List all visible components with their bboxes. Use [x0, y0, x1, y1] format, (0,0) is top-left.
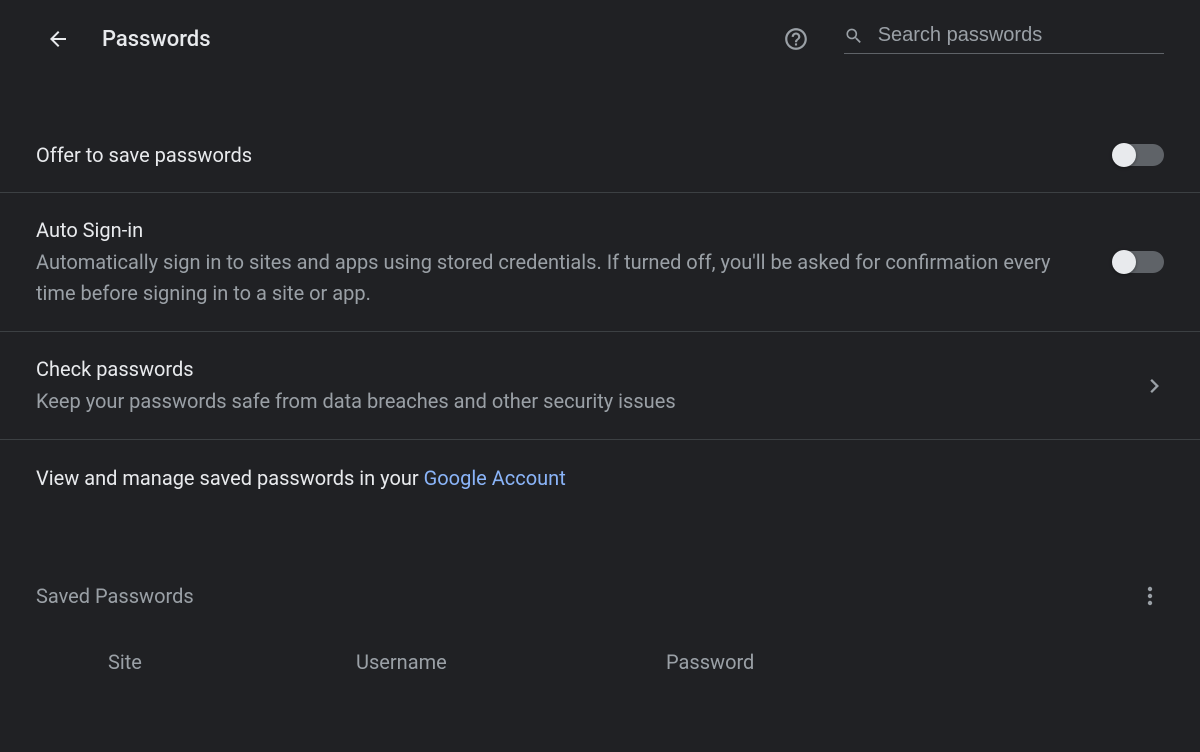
search-input[interactable]	[878, 24, 1164, 47]
manage-passwords-row: View and manage saved passwords in your …	[0, 439, 1200, 516]
page-title: Passwords	[102, 27, 211, 52]
auto-signin-desc: Automatically sign in to sites and apps …	[36, 247, 1074, 309]
help-button[interactable]	[782, 25, 810, 53]
auto-signin-title: Auto Sign-in	[36, 215, 1074, 245]
saved-passwords-more-button[interactable]	[1136, 576, 1164, 616]
column-password: Password	[666, 650, 1164, 674]
more-vert-icon	[1147, 584, 1153, 608]
offer-save-title: Offer to save passwords	[36, 140, 1074, 170]
auto-signin-toggle[interactable]	[1114, 251, 1164, 273]
column-username: Username	[356, 650, 666, 674]
check-passwords-row[interactable]: Check passwords Keep your passwords safe…	[0, 331, 1200, 439]
saved-passwords-table-header: Site Username Password	[0, 624, 1200, 674]
chevron-right-icon	[1146, 377, 1164, 395]
arrow-left-icon	[46, 27, 70, 51]
search-icon	[844, 25, 864, 47]
back-button[interactable]	[44, 25, 72, 53]
help-icon	[783, 26, 809, 52]
check-passwords-desc: Keep your passwords safe from data breac…	[36, 386, 1106, 417]
offer-save-toggle[interactable]	[1114, 144, 1164, 166]
column-site: Site	[36, 650, 356, 674]
offer-save-passwords-row[interactable]: Offer to save passwords	[0, 118, 1200, 192]
check-passwords-title: Check passwords	[36, 354, 1106, 384]
search-field-wrap[interactable]	[844, 24, 1164, 54]
manage-prefix: View and manage saved passwords in your	[36, 466, 424, 490]
saved-passwords-heading: Saved Passwords	[36, 584, 1136, 608]
auto-signin-row[interactable]: Auto Sign-in Automatically sign in to si…	[0, 192, 1200, 331]
google-account-link[interactable]: Google Account	[424, 466, 566, 490]
